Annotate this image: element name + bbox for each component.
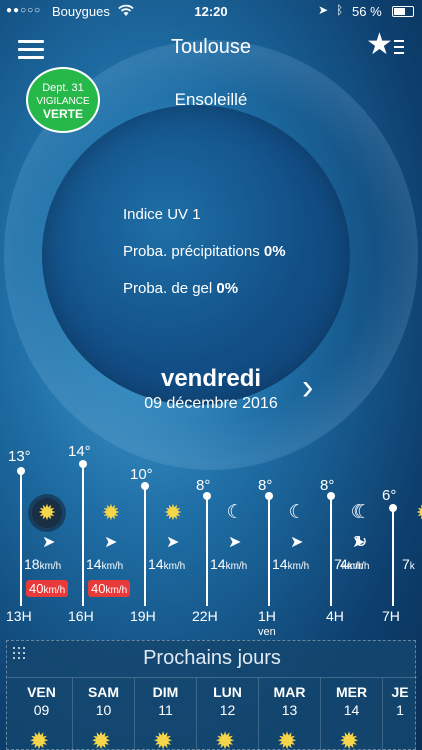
sun-icon: ✹ xyxy=(153,728,174,750)
hourly-forecast[interactable]: 13° ✹ ➤ 18km/h 40km/h 13H 14° ✹ ➤ 14km/h… xyxy=(0,440,422,640)
wind-speed: 14km/h xyxy=(86,556,124,572)
weather-condition: Ensoleillé xyxy=(174,90,248,109)
sun-icon: ✹ xyxy=(32,498,62,528)
sun-icon: ✹ xyxy=(29,728,50,750)
day-name: JE xyxy=(391,684,409,700)
wind-speed: 14km/h xyxy=(272,556,310,572)
bluetooth-icon: ᛒ xyxy=(336,3,344,17)
star-icon: ★ xyxy=(366,28,393,61)
day-item[interactable]: MAR 13 ✹ xyxy=(259,678,321,750)
hour-label: 1H xyxy=(258,608,276,624)
wind-arrow-icon: ➤ xyxy=(104,534,118,551)
day-number: 12 xyxy=(219,702,236,718)
hour-label: 7H xyxy=(382,608,400,624)
next-days-panel[interactable]: Prochains jours VEN 09 ✹ SAM 10 ✹ DIM 11… xyxy=(6,640,417,750)
frost-label: Proba. de gel xyxy=(123,280,213,297)
uv-index: Indice UV 1 xyxy=(123,206,201,223)
refresh-wind-icon: ↻ xyxy=(354,534,368,551)
day-name: DIM xyxy=(152,684,179,700)
day-name: VEN xyxy=(27,684,56,700)
day-number: 11 xyxy=(158,702,173,718)
wind-gust: 40km/h xyxy=(26,580,69,597)
day-name: LUN xyxy=(213,684,242,700)
day-item[interactable]: VEN 09 ✹ xyxy=(11,678,73,750)
hour-column: 8° ☾ ➤ 14km/h 22H xyxy=(192,440,266,640)
hour-label: 4H xyxy=(326,608,344,624)
battery-icon xyxy=(392,6,414,17)
moon-icon: ☾ xyxy=(288,502,306,523)
moon-fog-icon: ☾ xyxy=(354,502,372,523)
moon-icon: ☾ xyxy=(226,502,244,523)
hour-label: 16H xyxy=(68,608,94,624)
location-arrow-icon: ➤ xyxy=(318,3,329,17)
wind-speed: 14km/h xyxy=(210,556,248,572)
day-number: 13 xyxy=(281,702,298,718)
day-name: MER xyxy=(335,684,368,700)
precip-label: Proba. précipitations xyxy=(123,243,260,260)
sun-icon: ✹ xyxy=(91,728,112,750)
day-sublabel: ven xyxy=(258,626,276,638)
day-date: 09 décembre 2016 xyxy=(144,395,278,412)
wind-gust: 40km/h xyxy=(88,580,131,597)
temp-stem xyxy=(330,496,332,606)
sun-icon: ✹ xyxy=(339,728,360,750)
precipitation-probability: Proba. précipitations 0% xyxy=(123,243,286,260)
wind-arrow-icon: ➤ xyxy=(42,534,56,551)
temp-stem xyxy=(268,496,270,606)
temp-stem xyxy=(206,496,208,606)
sun-icon: ✹ xyxy=(101,500,121,525)
hour-temp: 6° xyxy=(382,487,397,504)
hour-temp: 13° xyxy=(8,448,31,465)
hour-label: 19H xyxy=(130,608,156,624)
day-name: SAM xyxy=(87,684,120,700)
sun-icon: ✹ xyxy=(163,500,183,525)
temp-stem xyxy=(82,464,84,606)
battery-percentage: 56 % xyxy=(352,4,382,19)
temp-stem xyxy=(144,486,146,606)
hour-column: ✹ 7k xyxy=(402,440,422,640)
temp-stem xyxy=(392,508,394,606)
hour-column: 8° ☾ ➤ 14km/h 1H ven xyxy=(258,440,328,640)
precip-value: 0% xyxy=(263,243,286,260)
temp-stem xyxy=(20,471,22,606)
wind-arrow-icon: ➤ xyxy=(228,534,242,551)
frost-value: 0% xyxy=(216,280,239,297)
wind-speed: 18km/h xyxy=(24,556,62,572)
frost-probability: Proba. de gel 0% xyxy=(123,280,238,297)
hour-temp: 14° xyxy=(68,443,91,460)
day-item[interactable]: DIM 11 ✹ xyxy=(135,678,197,750)
next-days-list[interactable]: VEN 09 ✹ SAM 10 ✹ DIM 11 ✹ LUN 12 ✹ MAR … xyxy=(7,677,417,750)
sun-icon: ✹ xyxy=(277,728,298,750)
day-name: vendredi xyxy=(160,365,262,392)
day-number: 10 xyxy=(95,702,112,718)
day-number: 09 xyxy=(33,702,50,718)
day-item[interactable]: LUN 12 ✹ xyxy=(197,678,259,750)
day-item[interactable]: MER 14 ✹ xyxy=(321,678,383,750)
wind-arrow-icon: ➤ xyxy=(290,534,304,551)
wind-speed: 4km/h xyxy=(340,556,370,572)
wind-speed: 14km/h xyxy=(148,556,186,572)
day-item[interactable]: JE 1 xyxy=(383,678,417,750)
sun-icon: ✹ xyxy=(215,728,236,750)
wind-speed: 7k xyxy=(402,556,415,572)
hour-label: 13H xyxy=(6,608,32,624)
hour-label: 22H xyxy=(192,608,218,624)
day-item[interactable]: SAM 10 ✹ xyxy=(73,678,135,750)
wind-arrow-icon: ➤ xyxy=(166,534,180,551)
status-bar: ●●○○○ Bouygues 12:20 ➤ ᛒ 56 % xyxy=(0,0,422,24)
hour-temp: 10° xyxy=(130,466,153,483)
list-icon xyxy=(394,40,404,58)
next-days-title: Prochains jours xyxy=(143,647,281,669)
day-name: MAR xyxy=(273,684,306,700)
favorites-button[interactable]: ★ xyxy=(366,30,408,64)
next-day-chevron-icon[interactable]: › xyxy=(302,368,313,405)
sun-icon: ✹ xyxy=(410,498,422,528)
day-number: 1 xyxy=(396,702,404,718)
city-title: Toulouse xyxy=(170,36,252,58)
day-number: 14 xyxy=(343,702,360,718)
